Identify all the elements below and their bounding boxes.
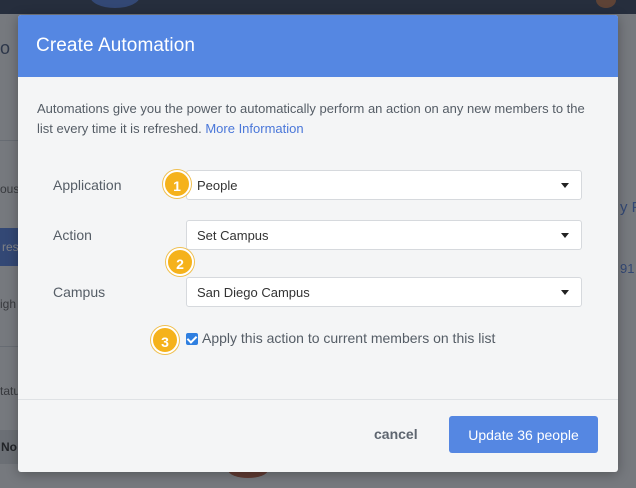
dialog-title: Create Automation <box>36 35 196 56</box>
intro-description: Automations give you the power to automa… <box>37 101 585 136</box>
update-people-button[interactable]: Update 36 people <box>449 416 598 453</box>
cancel-button[interactable]: cancel <box>374 426 418 442</box>
chevron-down-icon <box>561 233 569 238</box>
action-select[interactable]: Set Campus <box>186 220 582 250</box>
create-automation-dialog: Create Automation Automations give you t… <box>18 15 618 472</box>
application-select-value: People <box>197 178 238 193</box>
campus-label: Campus <box>53 284 106 300</box>
step-badge-3: 3 <box>151 326 179 354</box>
apply-to-current-members-checkbox[interactable] <box>186 333 198 345</box>
dialog-header: Create Automation <box>18 15 618 77</box>
apply-to-current-members-label[interactable]: Apply this action to current members on … <box>202 330 495 346</box>
action-select-value: Set Campus <box>197 228 269 243</box>
more-information-link[interactable]: More Information <box>205 121 303 136</box>
step-badge-2: 2 <box>166 248 194 276</box>
application-select[interactable]: People <box>186 170 582 200</box>
campus-select[interactable]: San Diego Campus <box>186 277 582 307</box>
dialog-footer: cancel Update 36 people <box>18 399 618 472</box>
application-label: Application <box>53 177 122 193</box>
chevron-down-icon <box>561 290 569 295</box>
step-badge-1: 1 <box>163 170 191 198</box>
chevron-down-icon <box>561 183 569 188</box>
action-label: Action <box>53 227 92 243</box>
campus-select-value: San Diego Campus <box>197 285 310 300</box>
dialog-body: Automations give you the power to automa… <box>18 77 618 399</box>
intro-text: Automations give you the power to automa… <box>37 99 602 139</box>
